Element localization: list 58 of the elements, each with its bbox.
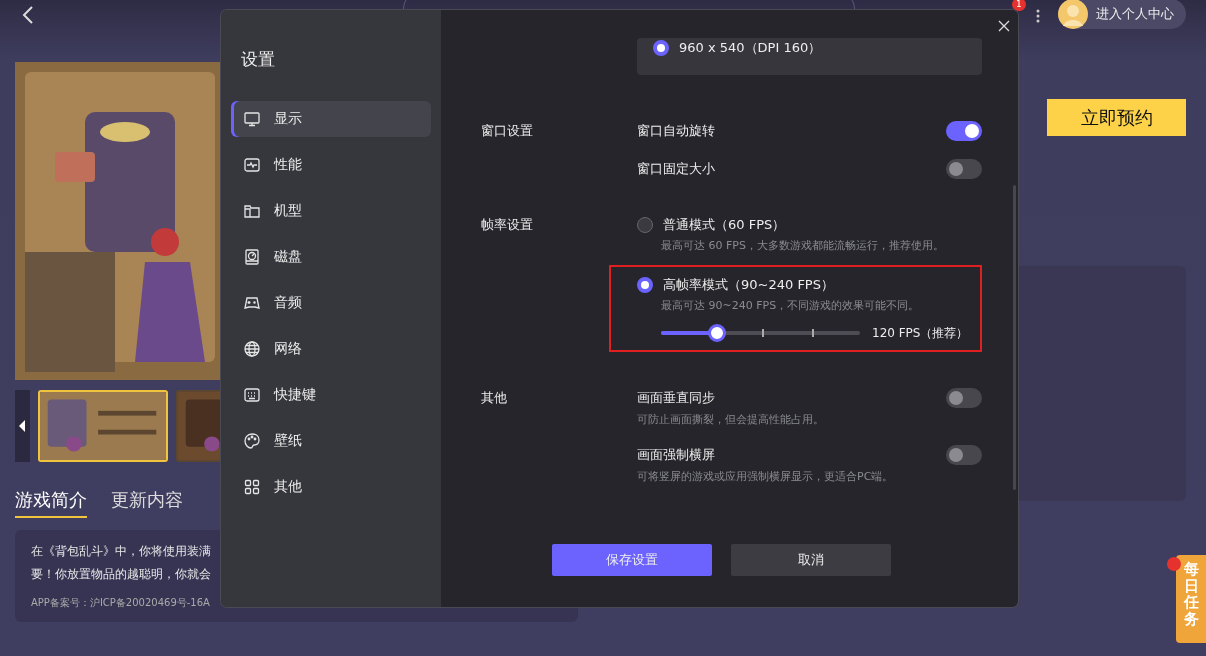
setting-hint: 可防止画面撕裂，但会提高性能占用。: [637, 412, 825, 427]
radio-label[interactable]: 高帧率模式（90~240 FPS）: [663, 276, 834, 294]
nav-item[interactable]: 显示: [231, 101, 431, 137]
tab[interactable]: 游戏简介: [15, 488, 87, 518]
section-label: 其他: [481, 389, 508, 407]
radio-button[interactable]: [637, 277, 653, 293]
setting-label: 窗口固定大小: [637, 160, 715, 178]
description-text: 在《背包乱斗》中，你将使用装满: [31, 544, 212, 559]
nav-item[interactable]: 快捷键: [231, 377, 431, 413]
nav-item[interactable]: 网络: [231, 331, 431, 367]
slider-value: 120 FPS（推荐）: [872, 324, 969, 342]
nav-item[interactable]: 音频: [231, 285, 431, 321]
nav-item[interactable]: 机型: [231, 193, 431, 229]
notification-dot: [1167, 557, 1181, 571]
record-number: APP备案号：沪ICP备20020469号-16A: [31, 596, 211, 610]
fps-slider[interactable]: [661, 324, 860, 342]
back-icon[interactable]: [22, 5, 34, 25]
section-label: 帧率设置: [481, 216, 534, 234]
description-text: 要！你放置物品的越聪明，你就会: [31, 567, 212, 582]
close-icon[interactable]: [998, 20, 1010, 32]
toggle-switch[interactable]: [946, 445, 982, 465]
monitor-icon: [244, 111, 260, 127]
radio-button[interactable]: [637, 217, 653, 233]
toggle-switch[interactable]: [946, 121, 982, 141]
setting-hint: 最高可达 90~240 FPS，不同游戏的效果可能不同。: [660, 298, 921, 313]
folder-icon: [244, 203, 260, 219]
radio-button[interactable]: [653, 40, 669, 56]
nav-item[interactable]: 磁盘: [231, 239, 431, 275]
setting-label: 画面强制横屏: [637, 446, 715, 464]
more-icon[interactable]: [1036, 9, 1040, 23]
reserve-button[interactable]: 立即预约: [1047, 99, 1186, 136]
notification-badge: 1: [1012, 0, 1026, 11]
avatar-icon: [1058, 0, 1088, 29]
scrollbar[interactable]: [1013, 185, 1016, 490]
globe-icon: [244, 341, 260, 357]
save-button[interactable]: 保存设置: [552, 544, 712, 576]
nav-item[interactable]: 壁纸: [231, 423, 431, 459]
setting-hint: 可将竖屏的游戏或应用强制横屏显示，更适合PC端。: [637, 469, 895, 484]
pulse-icon: [244, 157, 260, 173]
nav-item[interactable]: 性能: [231, 147, 431, 183]
setting-label: 窗口自动旋转: [637, 122, 715, 140]
setting-hint: 最高可达 60 FPS，大多数游戏都能流畅运行，推荐使用。: [660, 238, 945, 253]
palette-icon: [244, 433, 260, 449]
toggle-switch[interactable]: [946, 159, 982, 179]
setting-label: 画面垂直同步: [637, 389, 715, 407]
nav-item[interactable]: 其他: [231, 469, 431, 505]
resolution-option[interactable]: 960 x 540（DPI 160）: [679, 39, 822, 57]
previous-icon[interactable]: [15, 390, 30, 462]
grid-icon: [244, 479, 260, 495]
radio-label[interactable]: 普通模式（60 FPS）: [663, 216, 786, 234]
keyboard-icon: [244, 387, 260, 403]
cancel-button[interactable]: 取消: [731, 544, 891, 576]
section-label: 窗口设置: [481, 122, 534, 140]
gamepad-icon: [244, 295, 260, 311]
tab[interactable]: 更新内容: [111, 488, 183, 518]
dialog-title: 设置: [240, 48, 276, 71]
toggle-switch[interactable]: [946, 388, 982, 408]
profile-button[interactable]: 进入个人中心: [1058, 0, 1186, 29]
